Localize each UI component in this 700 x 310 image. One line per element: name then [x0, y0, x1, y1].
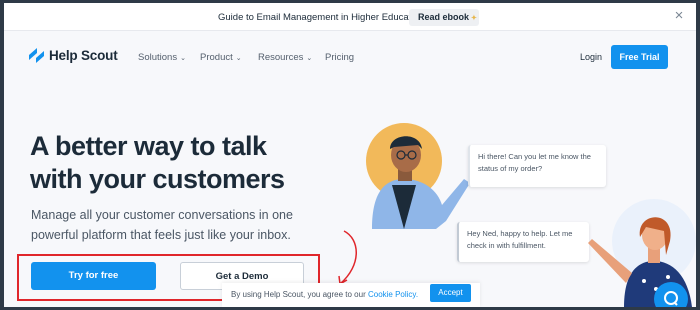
logo-text: Help Scout [49, 48, 118, 63]
nav-item-pricing[interactable]: Pricing [325, 52, 354, 63]
chat-bubble-customer: Hi there! Can you let me know the status… [468, 145, 606, 187]
chevron-down-icon: ⌄ [180, 55, 186, 62]
announcement-text: Guide to Email Management in Higher Educ… [218, 12, 424, 23]
try-for-free-button[interactable]: Try for free [31, 262, 156, 290]
hero-headline: A better way to talk with your customers [30, 131, 285, 194]
annotation-arrow [338, 230, 357, 285]
login-link[interactable]: Login [580, 52, 602, 62]
nav-item-solutions[interactable]: Solutions ⌄ [138, 52, 186, 63]
cookie-policy-link[interactable]: Cookie Policy. [368, 290, 418, 299]
nav-item-label: Product [200, 52, 233, 63]
browser-viewport: Guide to Email Management in Higher Educ… [4, 3, 696, 307]
close-icon[interactable]: × [672, 8, 686, 23]
announcement-bar: Guide to Email Management in Higher Educ… [4, 3, 696, 31]
cookie-text: By using Help Scout, you agree to our Co… [231, 290, 418, 299]
nav-item-product[interactable]: Product ⌄ [200, 52, 242, 63]
chevron-down-icon: ⌄ [306, 55, 313, 62]
nav-item-label: Solutions [138, 52, 178, 63]
read-ebook-label: Read ebook [418, 12, 470, 22]
cookie-accept-button[interactable]: Accept [430, 284, 471, 302]
hero-subhead: Manage all your customer conversations i… [31, 208, 293, 242]
chat-icon [664, 291, 678, 306]
read-ebook-button[interactable]: Read ebook ✦ [409, 9, 479, 26]
chevron-down-icon: ⌄ [235, 55, 242, 62]
sparkle-icon: ✦ [471, 15, 477, 22]
support-agent-illustration [366, 123, 470, 229]
chat-bubble-agent: Hey Ned, happy to help. Let me check in … [457, 222, 589, 262]
cookie-text-body: By using Help Scout, you agree to our [231, 290, 368, 299]
help-scout-logo[interactable]: Help Scout [28, 47, 118, 64]
free-trial-button[interactable]: Free Trial [611, 45, 668, 69]
nav-item-resources[interactable]: Resources ⌄ [258, 52, 312, 63]
nav-item-label: Resources [258, 52, 304, 63]
help-scout-logo-icon [29, 48, 44, 63]
nav-item-label: Pricing [325, 52, 355, 63]
